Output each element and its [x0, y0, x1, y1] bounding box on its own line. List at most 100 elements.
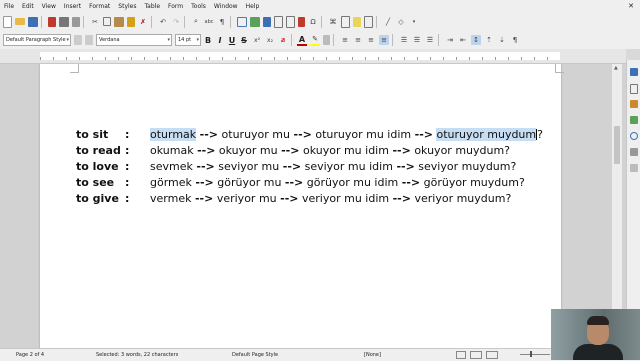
clone-formatting-icon[interactable]	[127, 16, 135, 27]
styles-icon[interactable]	[630, 100, 638, 108]
insert-chart-icon[interactable]	[263, 16, 271, 27]
strikethrough-button[interactable]: S	[239, 36, 249, 45]
italic-button[interactable]: I	[215, 36, 225, 45]
spelling-icon[interactable]: abc	[204, 17, 214, 27]
horizontal-ruler[interactable]	[0, 49, 626, 64]
selected-text[interactable]: oturmak	[150, 128, 197, 141]
menu-table[interactable]: Table	[141, 3, 165, 10]
line-icon[interactable]: ╱	[383, 17, 393, 27]
paragraph-dialog-icon[interactable]: ¶	[510, 35, 520, 45]
zoom-slider[interactable]	[520, 354, 550, 355]
vertical-scrollbar[interactable]: ▲	[612, 64, 622, 348]
clear-direct-formatting-icon[interactable]: ⱥ	[278, 35, 288, 45]
more-shapes-icon[interactable]: ▾	[409, 17, 419, 27]
insert-textbox-icon[interactable]	[274, 15, 283, 28]
menu-tools[interactable]: Tools	[187, 3, 210, 10]
clear-formatting-icon[interactable]: ✗	[138, 17, 148, 27]
menu-edit[interactable]: Edit	[18, 3, 38, 10]
menu-form[interactable]: Form	[164, 3, 187, 10]
scroll-up-icon[interactable]: ▲	[614, 65, 618, 71]
paste-icon[interactable]	[114, 16, 124, 27]
hyperlink-icon[interactable]: ⌘	[328, 17, 338, 27]
redo-icon[interactable]: ↷	[171, 17, 181, 27]
properties-icon[interactable]	[630, 68, 638, 76]
language-status[interactable]: [None]	[364, 352, 381, 358]
bold-button[interactable]: B	[203, 36, 213, 45]
basic-shapes-icon[interactable]: ◇	[396, 17, 406, 27]
document-canvas[interactable]: to sit : oturmak --> oturuyor mu --> otu…	[0, 64, 626, 348]
line-spacing-icon[interactable]: ↕	[471, 35, 481, 45]
selected-text[interactable]: oturuyor muydum	[436, 128, 537, 141]
new-style-icon[interactable]	[85, 35, 93, 45]
align-center-icon[interactable]: ≡	[353, 35, 363, 45]
menu-format[interactable]: Format	[85, 3, 114, 10]
conjugation-text[interactable]: oturmak --> oturuyor mu --> oturuyor mu …	[150, 128, 543, 141]
insert-page-break-icon[interactable]	[286, 15, 295, 28]
justify-icon[interactable]: ≡	[379, 35, 389, 45]
increase-indent-icon[interactable]: ⇥	[445, 35, 455, 45]
insert-table-icon[interactable]	[237, 16, 247, 27]
menu-view[interactable]: View	[38, 3, 60, 10]
scrollbar-thumb[interactable]	[614, 126, 620, 164]
export-pdf-icon[interactable]	[48, 16, 56, 27]
find-replace-icon[interactable]: ⌕	[191, 17, 201, 27]
open-folder-icon[interactable]	[15, 18, 25, 25]
footnote-icon[interactable]	[341, 15, 350, 28]
comment-icon[interactable]	[353, 16, 361, 27]
conjugation-text[interactable]: sevmek --> seviyor mu --> seviyor mu idi…	[150, 160, 516, 173]
formatting-marks-icon[interactable]: ¶	[217, 17, 227, 27]
cut-icon[interactable]: ✂	[90, 17, 100, 27]
single-page-view-icon[interactable]	[456, 351, 466, 359]
paragraph-spacing-decrease-icon[interactable]: ⇣	[497, 35, 507, 45]
align-right-icon[interactable]: ≡	[366, 35, 376, 45]
font-color-button[interactable]: A	[297, 35, 307, 46]
conjugation-text[interactable]: görmek --> görüyor mu --> görüyor mu idi…	[150, 176, 525, 189]
menu-file[interactable]: File	[0, 3, 18, 10]
gallery-icon[interactable]	[630, 116, 638, 124]
menu-insert[interactable]: Insert	[60, 3, 85, 10]
save-icon[interactable]	[28, 16, 38, 27]
font-size-combo[interactable]: 14 pt ▾	[175, 34, 201, 46]
character-shading-icon[interactable]	[323, 35, 330, 45]
navigator-icon[interactable]	[630, 132, 638, 140]
book-view-icon[interactable]	[486, 351, 498, 359]
superscript-icon[interactable]: x²	[252, 35, 262, 45]
page-style[interactable]: Default Page Style	[232, 352, 278, 358]
highlighting-color-icon[interactable]: ✎	[310, 34, 320, 46]
insert-image-icon[interactable]	[250, 16, 260, 27]
conjugation-text[interactable]: okumak --> okuyor mu --> okuyor mu idim …	[150, 144, 510, 157]
insert-field-icon[interactable]	[298, 16, 305, 27]
conjugation-text[interactable]: vermek --> veriyor mu --> veriyor mu idi…	[150, 192, 511, 205]
copy-icon[interactable]	[103, 17, 111, 26]
numbering-icon[interactable]: ☰	[412, 35, 422, 45]
document-page[interactable]: to sit : oturmak --> oturuyor mu --> otu…	[40, 64, 564, 348]
new-document-icon[interactable]	[3, 15, 12, 28]
multi-page-view-icon[interactable]	[470, 351, 482, 359]
manage-changes-icon[interactable]	[630, 148, 638, 156]
track-changes-icon[interactable]	[364, 15, 373, 28]
zoom-slider-thumb[interactable]	[530, 351, 532, 357]
undo-icon[interactable]: ↶	[158, 17, 168, 27]
special-character-icon[interactable]: Ω	[308, 17, 318, 27]
style-inspector-icon[interactable]	[630, 164, 638, 172]
print-preview-icon[interactable]	[72, 16, 80, 27]
outline-icon[interactable]: ☰	[425, 35, 435, 45]
update-style-icon[interactable]	[74, 35, 82, 45]
print-icon[interactable]	[59, 16, 69, 27]
menu-window[interactable]: Window	[210, 3, 242, 10]
menu-help[interactable]: Help	[242, 3, 264, 10]
paragraph-style-combo[interactable]: Default Paragraph Style ▾	[3, 34, 71, 46]
formatting-toolbar: Default Paragraph Style ▾ Verdana ▾ 14 p…	[0, 31, 640, 49]
page-count[interactable]: Page 2 of 4	[16, 352, 44, 358]
paragraph-spacing-increase-icon[interactable]: ⇡	[484, 35, 494, 45]
subscript-icon[interactable]: x₂	[265, 35, 275, 45]
menu-styles[interactable]: Styles	[114, 3, 140, 10]
font-name-combo[interactable]: Verdana ▾	[96, 34, 172, 46]
underline-button[interactable]: U	[227, 36, 237, 45]
bullets-icon[interactable]: ☰	[399, 35, 409, 45]
word-count[interactable]: Selected: 3 words, 22 characters	[96, 352, 178, 358]
page-icon[interactable]	[630, 84, 638, 94]
decrease-indent-icon[interactable]: ⇤	[458, 35, 468, 45]
align-left-icon[interactable]: ≡	[340, 35, 350, 45]
close-document-icon[interactable]: ✕	[628, 2, 634, 10]
